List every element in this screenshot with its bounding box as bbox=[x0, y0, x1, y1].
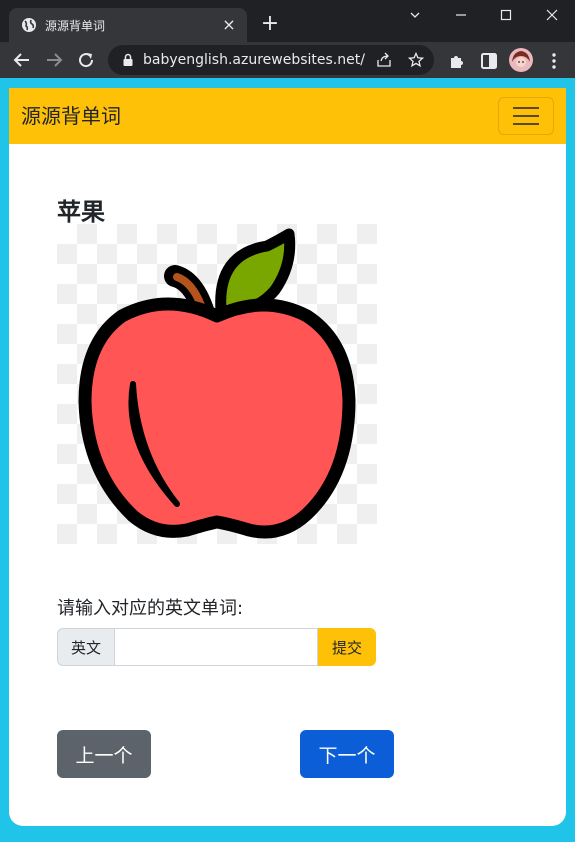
hamburger-icon-line bbox=[513, 115, 539, 117]
avatar-icon bbox=[509, 48, 533, 72]
answer-prompt: 请输入对应的英文单词: bbox=[57, 598, 244, 619]
page-content: 源源背单词 苹果 请输入对应的英文单词: 英文 提交 上一个 下一个 bbox=[9, 88, 566, 826]
tab-close-icon[interactable]: × bbox=[219, 15, 239, 35]
tab-search-icon[interactable] bbox=[392, 0, 438, 30]
navbar: 源源背单词 bbox=[9, 88, 566, 144]
url-text: babyenglish.azurewebsites.net/... bbox=[143, 52, 365, 68]
new-tab-button[interactable]: + bbox=[258, 12, 282, 36]
hamburger-icon-line bbox=[513, 123, 539, 125]
more-menu-icon[interactable] bbox=[545, 52, 563, 70]
tab-title: 源源背单词 bbox=[45, 18, 106, 33]
navbar-toggler-button[interactable] bbox=[498, 97, 554, 135]
address-bar[interactable]: babyenglish.azurewebsites.net/... bbox=[108, 45, 434, 75]
extensions-icon[interactable] bbox=[448, 52, 466, 70]
word-image bbox=[57, 224, 377, 544]
bookmark-star-icon[interactable] bbox=[408, 52, 424, 68]
navbar-brand[interactable]: 源源背单词 bbox=[21, 103, 121, 129]
browser-titlebar: 源源背单词 × + bbox=[0, 0, 575, 42]
next-button[interactable]: 下一个 bbox=[300, 730, 394, 778]
hamburger-icon-line bbox=[513, 107, 539, 109]
apple-icon bbox=[78, 228, 356, 539]
lock-icon bbox=[123, 53, 133, 66]
word-title: 苹果 bbox=[57, 198, 105, 226]
forward-icon[interactable] bbox=[42, 48, 66, 72]
globe-icon bbox=[22, 18, 36, 32]
language-addon: 英文 bbox=[57, 628, 115, 666]
profile-avatar[interactable] bbox=[509, 48, 533, 72]
reload-icon[interactable] bbox=[74, 48, 98, 72]
english-word-input[interactable] bbox=[115, 628, 318, 666]
answer-input-group: 英文 提交 bbox=[57, 628, 376, 666]
browser-toolbar: babyenglish.azurewebsites.net/... bbox=[0, 42, 575, 78]
submit-button[interactable]: 提交 bbox=[318, 628, 376, 666]
minimize-icon[interactable] bbox=[438, 0, 484, 30]
previous-button[interactable]: 上一个 bbox=[57, 730, 151, 778]
side-panel-icon[interactable] bbox=[480, 52, 498, 70]
share-icon[interactable] bbox=[376, 52, 392, 68]
back-icon[interactable] bbox=[10, 48, 34, 72]
maximize-icon[interactable] bbox=[483, 0, 529, 30]
browser-tab[interactable]: 源源背单词 × bbox=[9, 8, 247, 42]
close-window-icon[interactable] bbox=[529, 0, 575, 30]
